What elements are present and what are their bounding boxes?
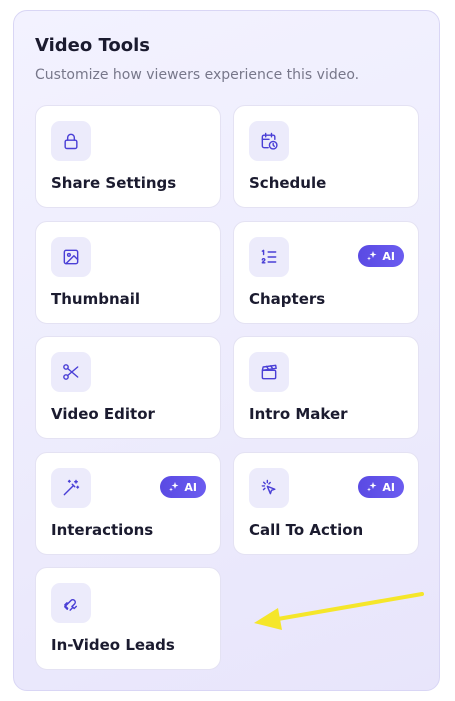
ai-badge: AI xyxy=(358,245,404,267)
tool-card-label: Thumbnail xyxy=(51,290,141,308)
sparkle-icon xyxy=(367,251,377,261)
tool-card-label: Intro Maker xyxy=(249,405,348,423)
tool-card-label: Call To Action xyxy=(249,521,364,539)
panel-subtitle: Customize how viewers experience this vi… xyxy=(35,67,360,83)
clapperboard-icon xyxy=(249,352,289,392)
ai-badge: AI xyxy=(160,476,206,498)
ai-badge-label: AI xyxy=(382,249,395,263)
scissors-icon xyxy=(51,352,91,392)
sparkle-icon xyxy=(169,482,179,492)
magic-wand-icon xyxy=(51,468,91,508)
tool-card-schedule[interactable]: Schedule xyxy=(233,105,419,208)
tool-card-label: Schedule xyxy=(249,174,327,192)
ai-badge-label: AI xyxy=(184,480,197,494)
tool-card-thumbnail[interactable]: Thumbnail xyxy=(35,221,221,324)
tool-card-chapters[interactable]: Chapters AI xyxy=(233,221,419,324)
numbered-list-icon xyxy=(249,237,289,277)
lock-icon xyxy=(51,121,91,161)
magnet-icon xyxy=(51,583,91,623)
yellow-arrow-annotation xyxy=(254,592,424,630)
ai-badge-label: AI xyxy=(382,480,395,494)
tool-card-label: Video Editor xyxy=(51,405,155,423)
image-icon xyxy=(51,237,91,277)
tool-card-call-to-action[interactable]: Call To Action AI xyxy=(233,452,419,555)
cursor-click-icon xyxy=(249,468,289,508)
calendar-clock-icon xyxy=(249,121,289,161)
tool-card-interactions[interactable]: Interactions AI xyxy=(35,452,221,555)
tool-card-label: Chapters xyxy=(249,290,326,308)
tool-card-intro-maker[interactable]: Intro Maker xyxy=(233,336,419,439)
tool-card-label: In-Video Leads xyxy=(51,636,175,654)
tool-card-label: Interactions xyxy=(51,521,154,539)
tool-card-in-video-leads[interactable]: In-Video Leads xyxy=(35,567,221,670)
tool-card-video-editor[interactable]: Video Editor xyxy=(35,336,221,439)
sparkle-icon xyxy=(367,482,377,492)
panel-title: Video Tools xyxy=(35,35,151,56)
tool-card-label: Share Settings xyxy=(51,174,177,192)
tool-card-share-settings[interactable]: Share Settings xyxy=(35,105,221,208)
ai-badge: AI xyxy=(358,476,404,498)
